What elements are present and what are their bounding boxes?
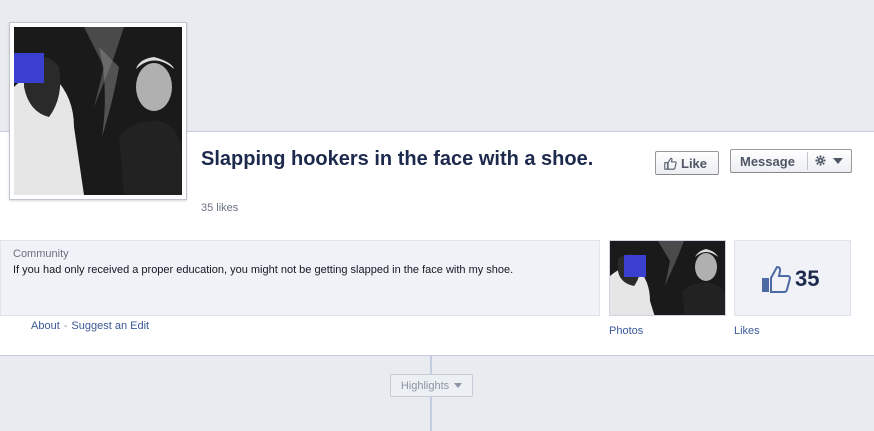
likes-count-number: 35 <box>795 266 820 291</box>
like-button-label: Like <box>681 155 708 171</box>
chevron-down-icon[interactable] <box>833 158 843 164</box>
highlights-label: Highlights <box>400 379 450 392</box>
suggest-edit-link[interactable]: Suggest an Edit <box>71 320 149 332</box>
gear-icon[interactable] <box>815 155 826 166</box>
chevron-down-icon <box>454 383 463 388</box>
link-separator: - <box>63 320 68 332</box>
highlights-dropdown[interactable]: Highlights <box>390 374 473 397</box>
like-button[interactable]: Like <box>655 151 719 175</box>
censor-block <box>14 53 44 83</box>
thumbs-up-icon <box>664 157 677 170</box>
message-button-label: Message <box>740 153 795 169</box>
censor-block <box>624 255 646 277</box>
photos-app-label[interactable]: Photos <box>609 325 643 337</box>
thumbs-up-icon <box>761 265 791 298</box>
page-category: Community <box>13 248 69 260</box>
likes-app-box[interactable]: 35 <box>734 240 851 316</box>
photos-thumbnail[interactable] <box>609 240 726 316</box>
page-description: If you had only received a proper educat… <box>13 264 514 276</box>
likes-app-label[interactable]: Likes <box>734 325 760 337</box>
about-box: Community If you had only received a pro… <box>0 240 600 316</box>
page-title: Slapping hookers in the face with a shoe… <box>201 148 594 170</box>
about-links: About - Suggest an Edit <box>31 320 149 332</box>
profile-picture[interactable] <box>9 22 187 200</box>
likes-summary: 35 likes <box>201 202 239 214</box>
button-divider <box>807 152 808 170</box>
profile-photo <box>14 27 182 195</box>
about-link[interactable]: About <box>31 320 60 332</box>
message-button[interactable]: Message <box>730 149 852 173</box>
